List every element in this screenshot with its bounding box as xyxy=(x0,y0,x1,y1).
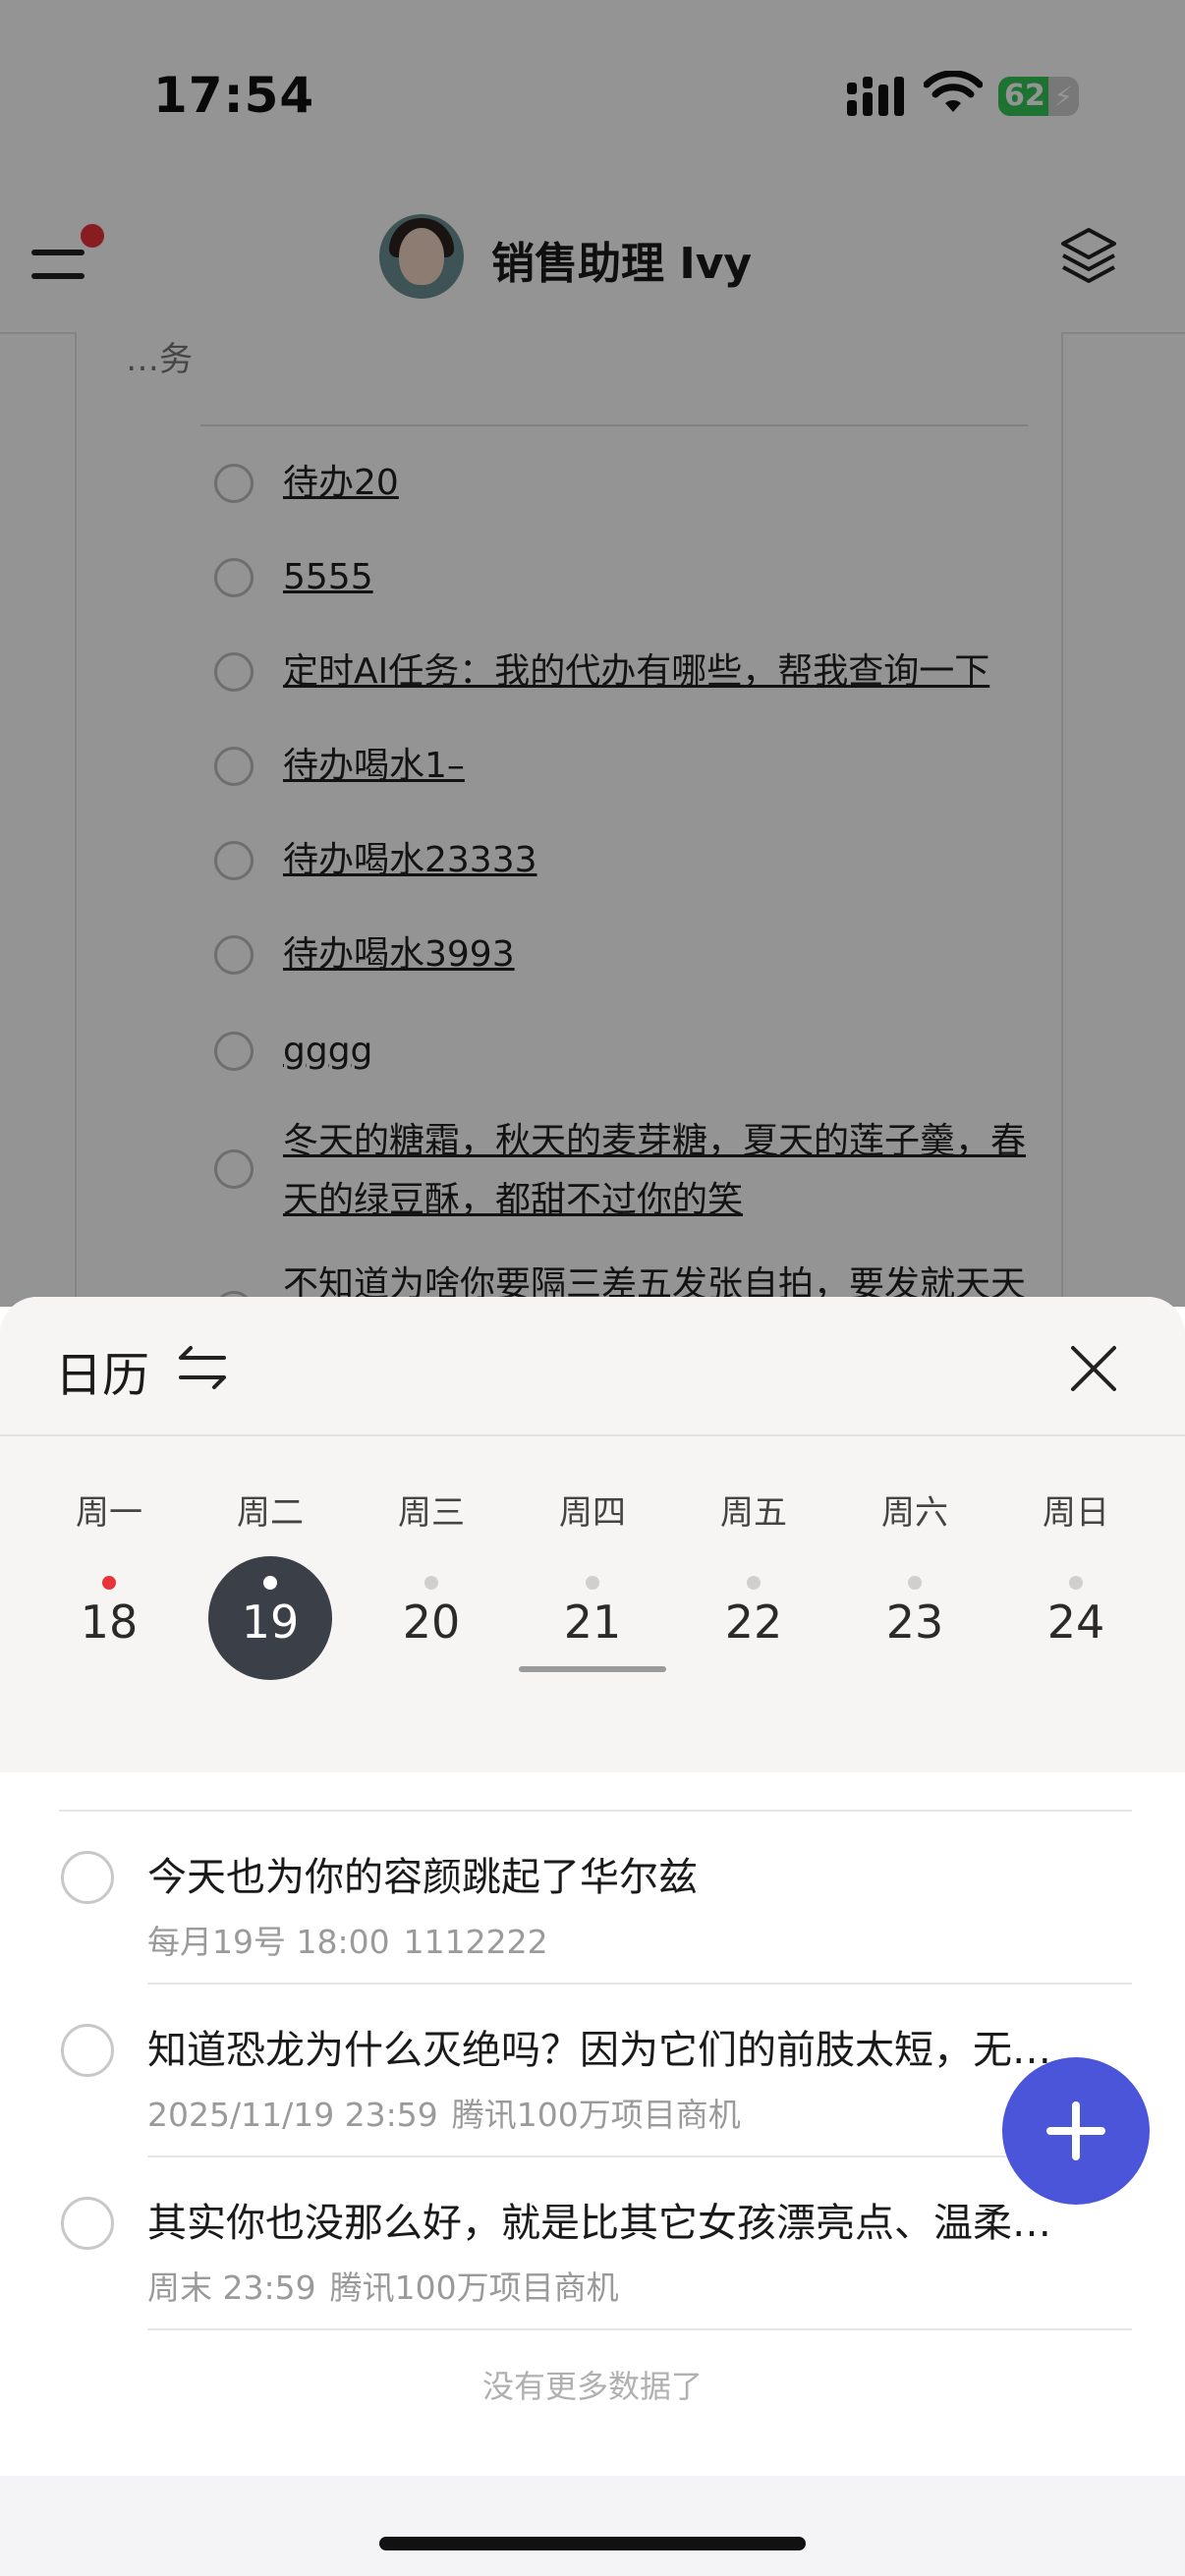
swap-icon[interactable] xyxy=(175,1340,230,1395)
date-number[interactable]: 23 xyxy=(834,1596,995,1649)
task-row[interactable]: 其实你也没那么好，就是比其它女孩漂亮点、温柔… 周末 23:59 腾讯100万项目… xyxy=(0,2157,1185,2330)
event-dot xyxy=(102,1576,116,1590)
sheet-header: 日历 xyxy=(0,1297,1185,1436)
task-title[interactable]: 其实你也没那么好，就是比其它女孩漂亮点、温柔… xyxy=(147,2191,1120,2248)
task-time: 2025/11/19 23:59 xyxy=(147,2096,438,2134)
day-sat[interactable]: 周六 23 xyxy=(834,1436,995,1682)
date-number[interactable]: 22 xyxy=(673,1596,834,1649)
day-sun[interactable]: 周日 24 xyxy=(995,1436,1157,1682)
sheet-title: 日历 xyxy=(55,1348,150,1403)
task-meta: 每月19号 18:00 1112222 xyxy=(147,1916,562,1963)
event-dot xyxy=(908,1576,922,1590)
home-indicator[interactable] xyxy=(379,2537,806,2550)
task-tag: 腾讯100万项目商机 xyxy=(329,2268,619,2307)
background-page: 17:54 62 ⚡ 销售助理 Ivy …务 待办20 5555 定时AI任务：… xyxy=(0,0,1185,1307)
date-number[interactable]: 20 xyxy=(351,1596,512,1649)
weekday-label: 周二 xyxy=(237,1493,304,1533)
task-tag: 腾讯100万项目商机 xyxy=(451,2096,741,2134)
task-radio[interactable] xyxy=(61,2197,114,2250)
drag-handle[interactable] xyxy=(519,1666,666,1672)
week-strip: 周一 18 周二 19 周三 20 周四 21 周五 22 周六 23 周日 2… xyxy=(0,1436,1185,1772)
date-number[interactable]: 24 xyxy=(995,1596,1157,1649)
day-wed[interactable]: 周三 20 xyxy=(351,1436,512,1682)
task-title[interactable]: 知道恐龙为什么灭绝吗？因为它们的前肢太短，无… xyxy=(147,2018,1120,2075)
calendar-sheet: 日历 周一 18 周二 19 周三 20 周四 21 周五 22 周六 23 周… xyxy=(0,1297,1185,2576)
weekday-label: 周六 xyxy=(881,1493,948,1533)
event-dot xyxy=(1069,1576,1083,1590)
weekday-label: 周三 xyxy=(398,1493,465,1533)
close-icon[interactable] xyxy=(1067,1342,1120,1395)
weekday-label: 周四 xyxy=(559,1493,626,1533)
day-mon[interactable]: 周一 18 xyxy=(28,1436,190,1682)
event-dot xyxy=(263,1576,277,1590)
event-dot xyxy=(586,1576,599,1590)
task-time: 周末 23:59 xyxy=(147,2268,316,2307)
task-title[interactable]: 今天也为你的容颜跳起了华尔兹 xyxy=(147,1845,1120,1902)
dim-overlay[interactable] xyxy=(0,0,1185,1307)
task-radio[interactable] xyxy=(61,1851,114,1904)
plus-icon xyxy=(1072,2101,1080,2160)
task-meta: 2025/11/19 23:59 腾讯100万项目商机 xyxy=(147,2089,755,2136)
date-number[interactable]: 18 xyxy=(28,1596,190,1649)
home-indicator-area xyxy=(0,2476,1185,2576)
weekday-label: 周一 xyxy=(76,1493,142,1533)
event-dot xyxy=(747,1576,761,1590)
task-tag: 1112222 xyxy=(403,1923,548,1961)
weekday-label: 周日 xyxy=(1043,1493,1109,1533)
task-radio[interactable] xyxy=(61,2024,114,2077)
no-more-data-text: 没有更多数据了 xyxy=(481,2368,703,2405)
task-list: 今天也为你的容颜跳起了华尔兹 每月19号 18:00 1112222 知道恐龙为什… xyxy=(0,1772,1185,2576)
task-meta: 周末 23:59 腾讯100万项目商机 xyxy=(147,2262,633,2309)
weekday-label: 周五 xyxy=(720,1493,787,1533)
day-fri[interactable]: 周五 22 xyxy=(673,1436,834,1682)
list-divider xyxy=(147,2328,1132,2330)
event-dot xyxy=(424,1576,438,1590)
day-thu[interactable]: 周四 21 xyxy=(512,1436,673,1682)
date-number[interactable]: 21 xyxy=(512,1596,673,1649)
task-row[interactable]: 今天也为你的容颜跳起了华尔兹 每月19号 18:00 1112222 xyxy=(0,1812,1185,1985)
add-task-button[interactable] xyxy=(1002,2057,1150,2205)
task-time: 每月19号 18:00 xyxy=(147,1923,390,1961)
day-tue[interactable]: 周二 19 xyxy=(190,1436,351,1682)
date-number[interactable]: 19 xyxy=(190,1596,351,1649)
